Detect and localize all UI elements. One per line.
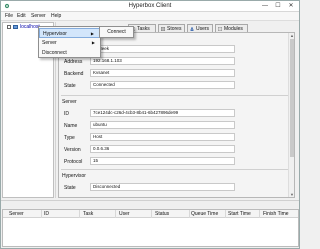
menu-item-label: Server [42,40,57,46]
field-label: Backend [64,71,84,77]
horizontal-splitter[interactable] [1,200,299,208]
column-header-start-time[interactable]: Start Time [228,211,251,217]
column-divider[interactable] [151,210,152,218]
field-label: Address [64,59,83,65]
column-divider[interactable] [41,210,42,218]
server-id-field[interactable]: 7ce124dc-c26d-4cb3-8b41-6b427896de99 [90,109,235,117]
menu-item-disconnect[interactable]: Disconnect [39,48,100,58]
field-label: Type [64,135,75,141]
column-divider[interactable] [115,210,116,218]
column-header-id[interactable]: ID [44,211,49,217]
menu-item-label: Hypervisor [43,31,67,37]
field-label: State [64,185,76,191]
window-title: Hyperbox Client [128,3,172,9]
vertical-scrollbar[interactable]: ▲ ▼ [288,33,294,197]
server-section-title: Server [62,99,77,105]
connection-state-field[interactable]: Connected [90,81,235,89]
column-header-status[interactable]: Status [155,211,169,217]
address-field[interactable]: 192.168.1.103 [90,57,235,65]
protocol-field[interactable]: 15 [90,157,235,165]
menu-item-label: Disconnect [42,50,67,56]
main-window: Hyperbox Client — ☐ ✕ File Edit Server H… [0,0,300,249]
scroll-down-icon[interactable]: ▼ [289,192,295,197]
close-button[interactable]: ✕ [285,2,297,10]
scroll-up-icon[interactable]: ▲ [289,33,295,38]
table-header: Server ID Task User Status Queue Time St… [3,210,298,218]
users-icon [190,27,194,31]
field-label: ID [64,111,69,117]
hypervisor-state-field[interactable]: Disconnected [90,183,235,191]
server-name-field[interactable]: ubuntu [90,121,235,129]
context-menu: Hypervisor ▶ Server ▶ Disconnect [38,26,101,58]
column-divider[interactable] [225,210,226,218]
column-divider[interactable] [259,210,260,218]
section-divider [61,95,289,96]
connector-id-field[interactable]: 7fa8eek [90,45,235,53]
menu-server[interactable]: Server [31,13,46,20]
scrollbar-thumb[interactable] [290,39,294,157]
menu-item-server[interactable]: Server ▶ [39,38,100,48]
title-bar: Hyperbox Client — ☐ ✕ [1,1,299,12]
backend-field[interactable]: Kvsanet [90,69,235,77]
disk-icon [161,27,165,31]
task-table: Server ID Task User Status Queue Time St… [2,209,299,247]
column-header-queue-time[interactable]: Queue Time [191,211,218,217]
submenu-arrow-icon: ▶ [91,40,95,45]
hypervisor-submenu: Connect [99,26,134,38]
field-label: Version [64,147,81,153]
minimize-button[interactable]: — [259,2,271,10]
column-divider[interactable] [189,210,190,218]
section-divider [61,169,289,170]
column-header-finish-time[interactable]: Finish Time [263,211,289,217]
column-header-task[interactable]: Task [83,211,93,217]
menu-edit[interactable]: Edit [17,13,26,20]
hypervisor-section-title: Hypervisor [62,173,86,179]
tree-item-label: localhost [20,24,40,30]
server-icon [13,25,18,29]
expand-icon[interactable] [7,25,11,29]
menu-bar: File Edit Server Help [1,12,299,21]
field-label: Name [64,123,78,129]
field-label: State [64,83,76,89]
menu-item-hypervisor[interactable]: Hypervisor ▶ [39,28,100,38]
maximize-button[interactable]: ☐ [272,2,284,10]
connect-menu-item[interactable]: Connect [101,28,132,36]
server-type-field[interactable]: Host [90,133,235,141]
server-version-field[interactable]: 0.0.6.36 [90,145,235,153]
column-divider[interactable] [79,210,80,218]
menu-help[interactable]: Help [51,13,61,20]
menu-file[interactable]: File [5,13,13,20]
column-header-user[interactable]: User [119,211,130,217]
column-header-server[interactable]: Server [9,211,24,217]
grid-icon [218,27,222,31]
field-label: Protocol [64,159,83,165]
